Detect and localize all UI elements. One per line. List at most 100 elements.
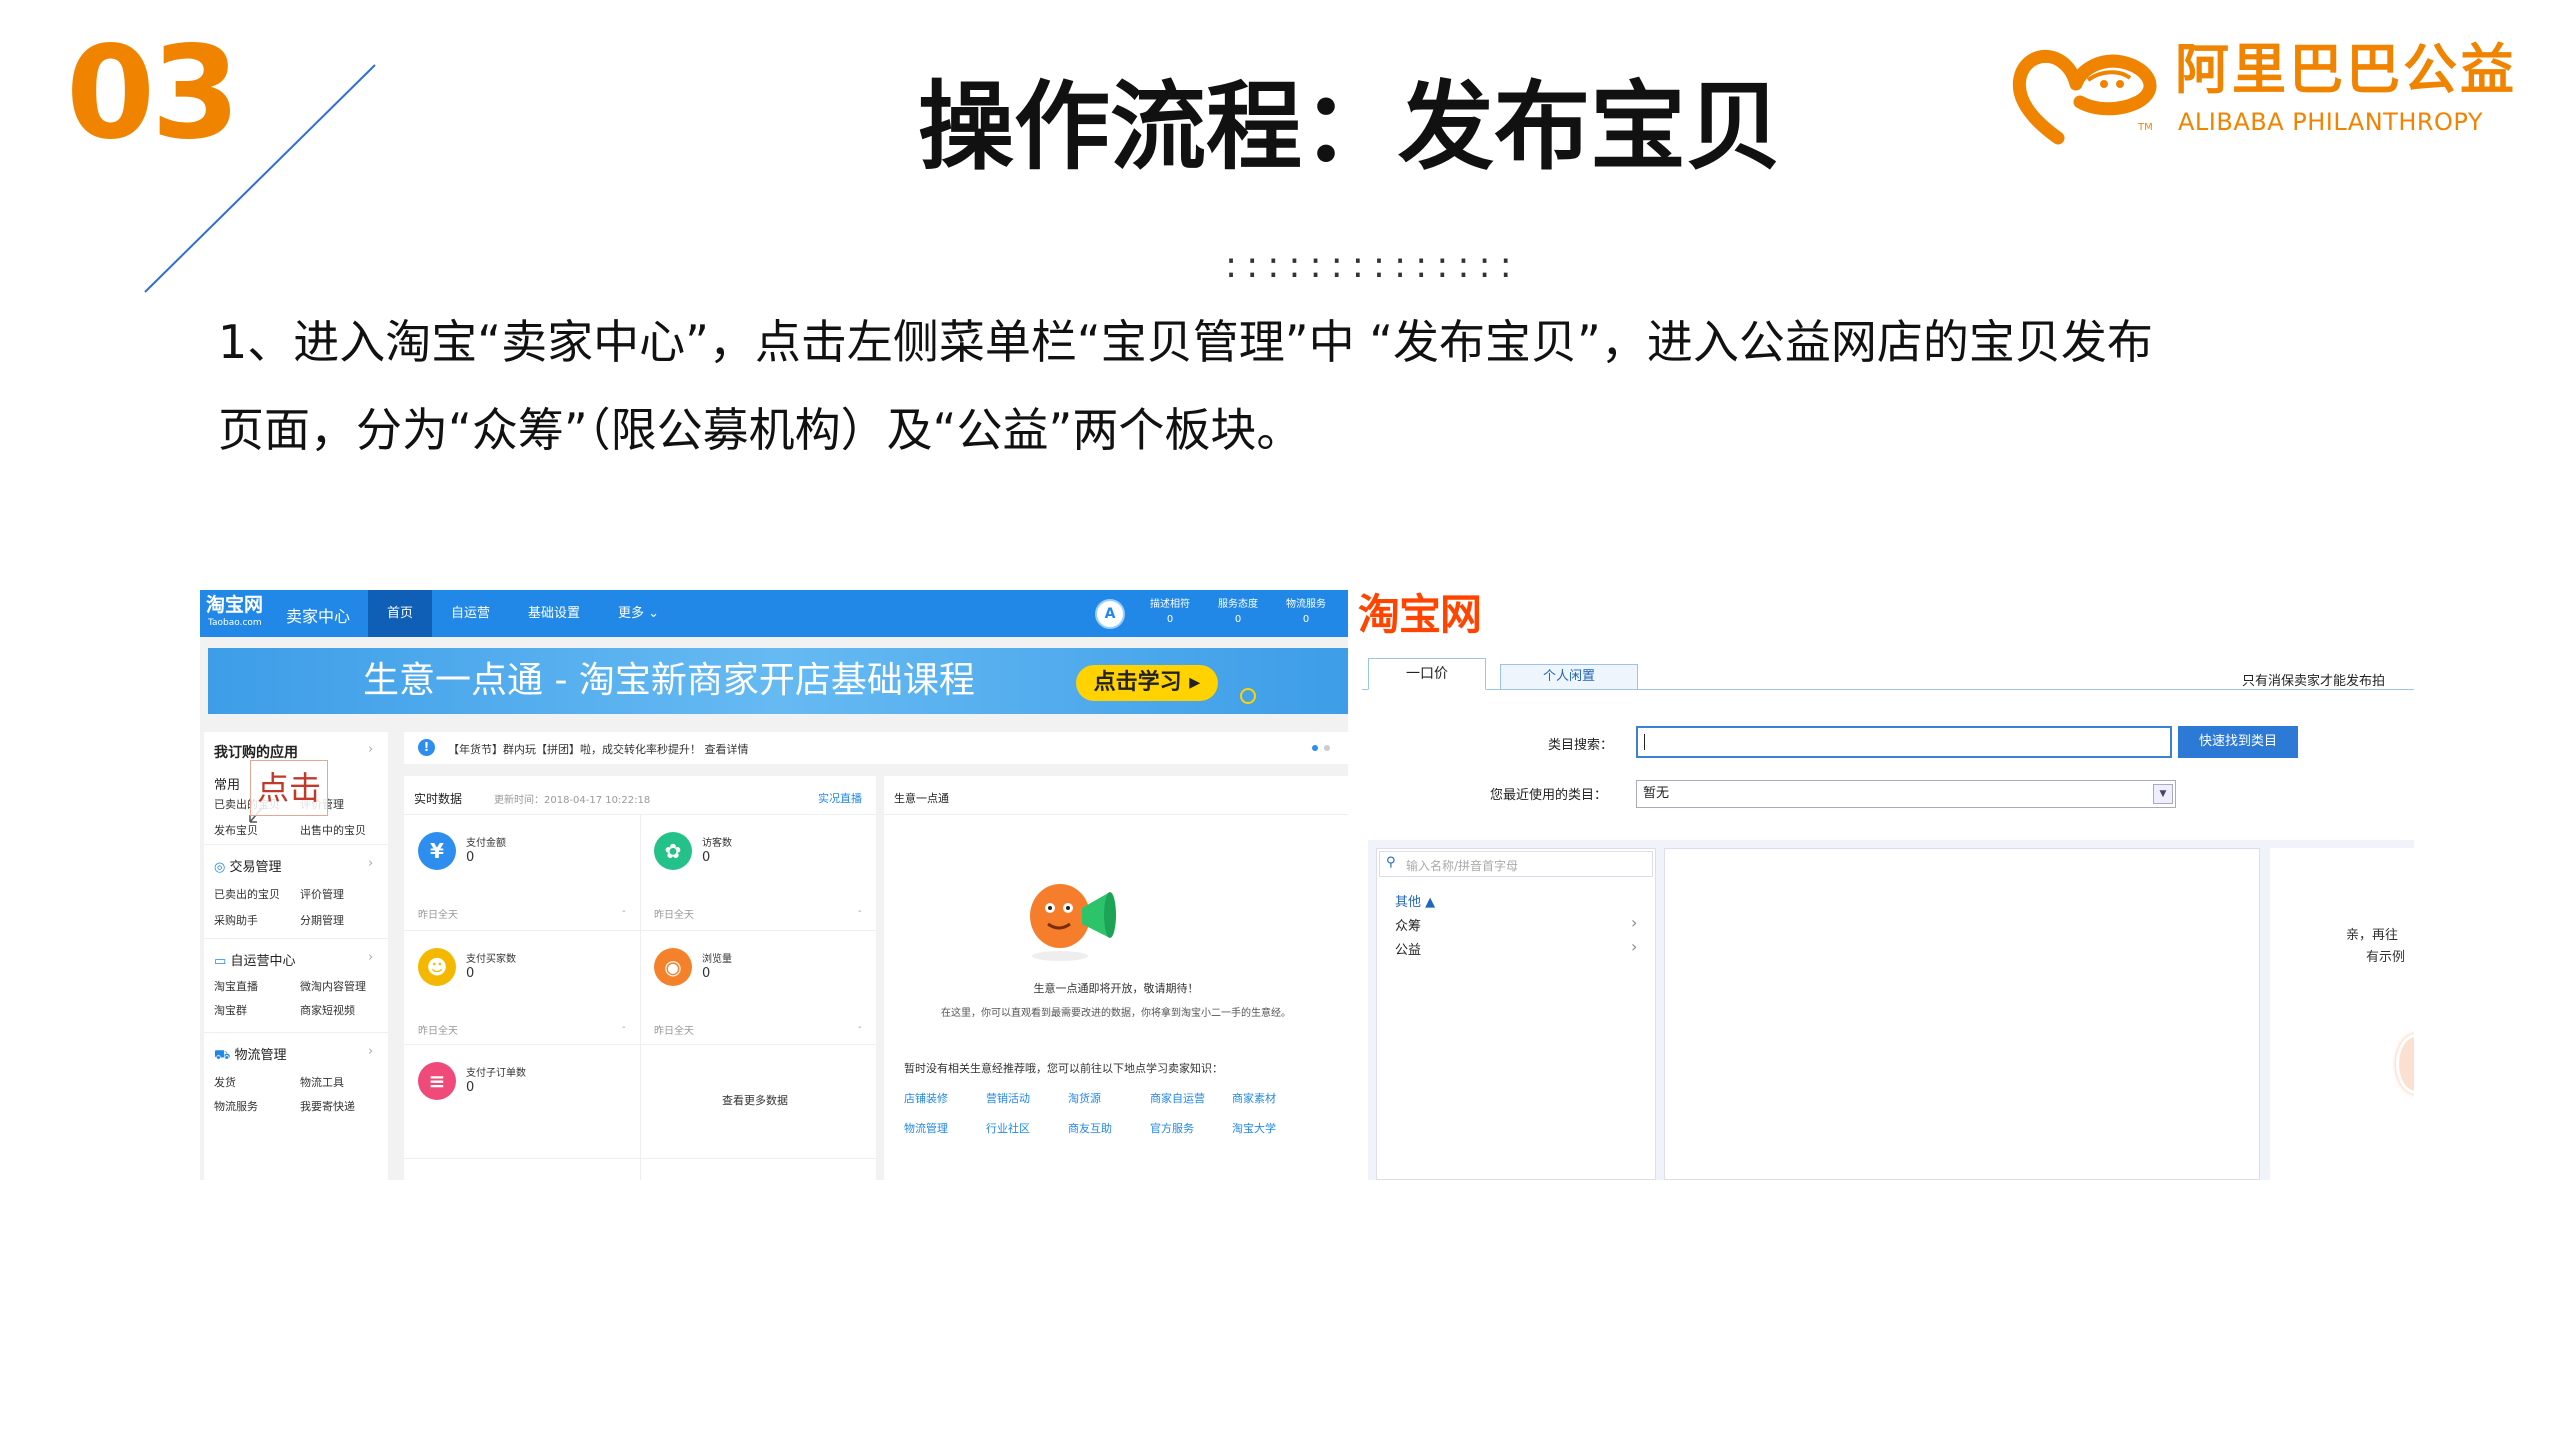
metric-footer: 昨日全天 [418,1026,458,1037]
sidebar-link[interactable]: 已卖出的宝贝 [214,886,280,902]
metric-dash: - [622,1022,626,1033]
recent-category-value: 暂无 [1643,786,1670,801]
seller-center-label: 卖家中心 [286,607,351,626]
nav-more[interactable]: 更多 ⌄ [599,590,678,637]
guide-text-line-2: 有示例 [2366,950,2406,965]
tab-personal-idle[interactable]: 个人闲置 [1500,664,1638,690]
sidebar-link[interactable]: 我要寄快递 [300,1098,355,1114]
carousel-dot-icon[interactable] [1312,745,1318,751]
metric-footer: 昨日全天 [654,910,694,921]
metric-value: 0 [466,966,475,981]
notice-text[interactable]: 【年货节】群内玩【拼团】啦，成交转化率秒提升！ 查看详情 [448,741,749,757]
category-other[interactable]: 其他 ▲ [1395,891,1435,910]
chevron-right-icon: › [368,856,374,871]
live-link[interactable]: 实况直播 [818,790,862,806]
pageviews-icon: ◉ [654,948,692,986]
subscribed-apps-title[interactable]: 我订购的应用 [214,742,298,762]
link-logistics[interactable]: 物流管理 [904,1120,948,1136]
common-label: 常用 [214,778,241,793]
view-more-data-link[interactable]: 查看更多数据 [722,1092,788,1108]
dropdown-arrow-icon[interactable]: ▼ [2153,784,2173,804]
nav-home[interactable]: 首页 [368,590,433,637]
link-store-decoration[interactable]: 店铺装修 [904,1090,948,1106]
tab-fixed-price[interactable]: 一口价 [1368,658,1486,690]
category-charity[interactable]: 公益 [1395,939,1421,958]
carousel-dot-icon[interactable] [1324,745,1330,751]
sidebar-link[interactable]: 商家短视频 [300,1002,355,1018]
taobao-logo[interactable]: 淘宝网 [206,596,263,615]
sidebar-link[interactable]: 发货 [214,1074,236,1090]
metric-label: 浏览量 [702,954,732,965]
metric-label: 支付子订单数 [466,1068,526,1079]
nav-self-operation[interactable]: 自运营 [432,590,509,637]
link-official-service[interactable]: 官方服务 [1150,1120,1194,1136]
sidebar-group-logistics[interactable]: ⛟ 物流管理 [214,1044,287,1065]
notice-bar[interactable]: ! 【年货节】群内玩【拼团】啦，成交转化率秒提升！ 查看详情 [404,732,1348,764]
category-column-1: ⚲ 输入名称/拼音首字母 其他 ▲ 众筹 › 公益 › [1376,848,1656,1180]
metric-value: 0 [702,850,711,865]
find-category-button[interactable]: 快速找到类目 [2178,726,2298,758]
top-nav: 首页 自运营 基础设置 更多 ⌄ [368,590,678,637]
sidebar-link-items-on-sale[interactable]: 出售中的宝贝 [300,822,366,838]
publish-item-screenshot: 淘宝网 一口价 个人闲置 只有消保卖家才能发布拍 类目搜索： 快速找到类目 您最… [1358,590,2414,1180]
metric-footer: 昨日全天 [418,910,458,921]
link-self-operation[interactable]: 商家自运营 [1150,1090,1205,1106]
instruction-text: 1、进入淘宝“卖家中心”，点击左侧菜单栏“宝贝管理”中 “发布宝贝”，进入公益网… [218,298,2458,474]
banner-circle-icon [1240,688,1256,704]
logo-chinese-text: 阿里巴巴公益 [2175,38,2517,101]
logo-tm: TM [2138,122,2153,133]
link-industry-community[interactable]: 行业社区 [986,1120,1030,1136]
category-filter-placeholder: 输入名称/拼音首字母 [1406,859,1519,873]
sidebar-link[interactable]: 物流工具 [300,1074,344,1090]
click-callout: 点击 [250,760,328,816]
yidiantong-card: 生意一点通 生意一点通即将开放，敬请期待！ 在这里，你可以直观看到最需要改进的数… [884,776,1348,1180]
category-crowdfunding[interactable]: 众筹 [1395,915,1421,934]
publish-tabs: 一口价 个人闲置 只有消保卖家才能发布拍 [1362,658,2414,690]
search-icon: ⚲ [1386,855,1396,870]
chat-icon: ▭ [214,954,227,969]
recent-category-select[interactable]: 暂无 ▼ [1636,780,2176,808]
buyers-icon: ☻ [418,948,456,986]
trade-icon: ◎ [214,860,226,875]
banner-learn-button[interactable]: 点击学习 ▸ [1076,665,1218,701]
nav-basic-settings[interactable]: 基础设置 [509,590,599,637]
taobao-logo-sub: Taobao.com [208,618,262,628]
link-sourcing[interactable]: 淘货源 [1068,1090,1101,1106]
category-column-2 [1664,848,2260,1180]
text-cursor [1644,734,1645,750]
sidebar-link[interactable]: 分期管理 [300,912,344,928]
mascot-megaphone-icon [1030,884,1116,961]
sidebar-link[interactable]: 淘宝群 [214,1002,247,1018]
instruction-line-1: 1、进入淘宝“卖家中心”，点击左侧菜单栏“宝贝管理”中 “发布宝贝”，进入公益网… [218,315,2153,369]
link-peer-help[interactable]: 商友互助 [1068,1120,1112,1136]
seller-center-header: 淘宝网 Taobao.com 卖家中心 首页 自运营 基础设置 更多 ⌄ A 描… [200,590,1348,637]
sidebar-link[interactable]: 采购助手 [214,912,258,928]
guide-mascot-icon [2396,1034,2414,1094]
payment-amount-icon: ¥ [418,832,456,870]
category-search-input[interactable] [1636,726,2172,758]
seller-center-screenshot: 淘宝网 Taobao.com 卖家中心 首页 自运营 基础设置 更多 ⌄ A 描… [200,590,1348,1180]
category-filter-input[interactable]: ⚲ 输入名称/拼音首字母 [1379,851,1653,877]
guide-text-line-1: 亲，再往 [2346,928,2399,943]
sidebar-link[interactable]: 淘宝直播 [214,978,258,994]
update-time: 更新时间：2018-04-17 10:22:18 [494,795,651,806]
promo-banner[interactable]: 生意一点通 - 淘宝新商家开店基础课程 点击学习 ▸ [208,648,1348,714]
stat-logistics: 物流服务 0 [1286,599,1326,625]
stat-service: 服务态度 0 [1218,599,1258,625]
taobao-logo[interactable]: 淘宝网 [1358,594,1482,636]
link-taobao-university[interactable]: 淘宝大学 [1232,1120,1276,1136]
sidebar-link[interactable]: 微淘内容管理 [300,978,366,994]
avatar[interactable]: A [1095,599,1125,629]
sidebar-link[interactable]: 评价管理 [300,886,344,902]
category-search-label: 类目搜索： [1548,738,1614,753]
alibaba-heart-icon [2012,50,2157,145]
chevron-right-icon: › [1631,913,1638,932]
sidebar-group-self-operation[interactable]: ▭ 自运营中心 [214,950,295,969]
link-materials[interactable]: 商家素材 [1232,1090,1276,1106]
link-marketing[interactable]: 营销活动 [986,1090,1030,1106]
instruction-line-2: 页面，分为“众筹”（限公募机构）及“公益”两个板块。 [218,403,1303,457]
sidebar-link[interactable]: 物流服务 [214,1098,258,1114]
sub-orders-icon: ≡ [418,1062,456,1100]
sidebar-group-trade[interactable]: ◎ 交易管理 [214,856,282,875]
logo-english-text: ALIBABA PHILANTHROPY [2178,108,2484,136]
